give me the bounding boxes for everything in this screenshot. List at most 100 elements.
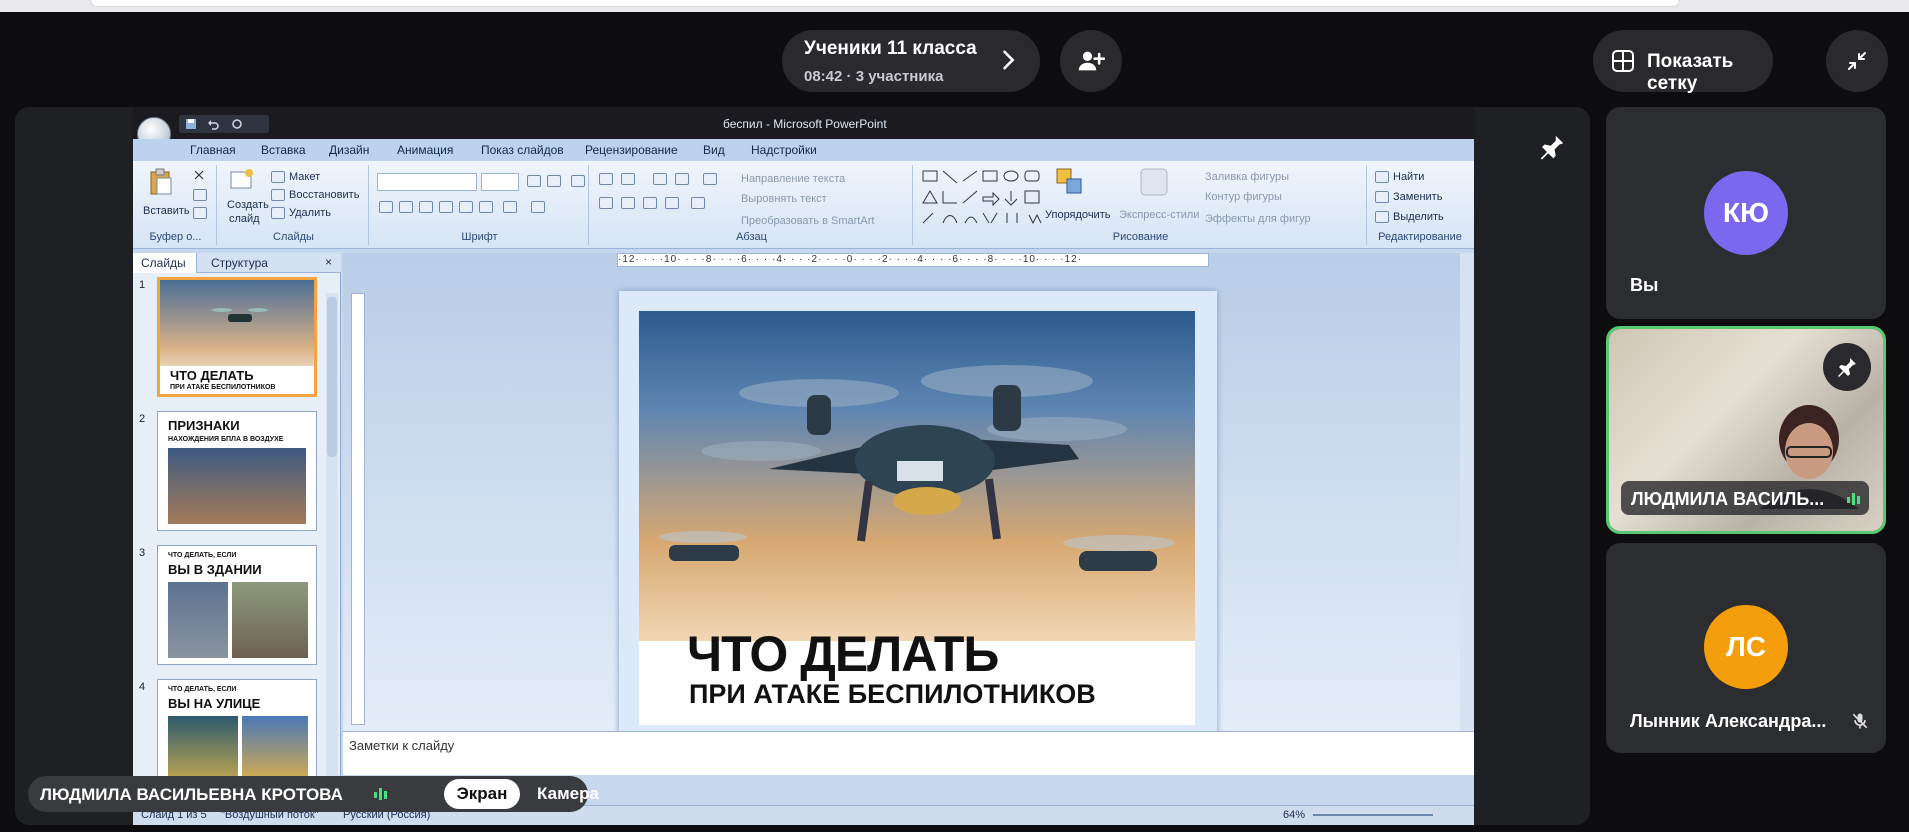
thumbnail-number: 1 xyxy=(139,279,146,291)
horizontal-ruler: ·12· · · ·10· · · ·8· · · ·6· · · ·4· · … xyxy=(617,253,1209,267)
speaking-indicator-icon xyxy=(374,788,387,800)
slides-group-label: Слайды xyxy=(273,231,314,243)
smartart-label: Преобразовать в SmartArt xyxy=(741,215,875,227)
ribbon-group-slides: Создать слайд Макет Восстановить Удалить… xyxy=(219,165,369,245)
quick-styles-label: Экспресс-стили xyxy=(1119,209,1200,221)
pin-icon[interactable] xyxy=(1537,132,1567,162)
add-participant-button[interactable] xyxy=(1060,30,1122,92)
thumb-1-line2: ПРИ АТАКЕ БЕСПИЛОТНИКОВ xyxy=(170,384,276,391)
quick-access-toolbar xyxy=(179,115,269,133)
grow-font-icon xyxy=(527,175,541,187)
thumbnail-number: 2 xyxy=(139,413,146,425)
new-slide-label: Создать xyxy=(227,199,269,211)
case-icon xyxy=(503,201,517,213)
format-painter-icon xyxy=(193,207,207,219)
columns-icon xyxy=(691,197,705,209)
participant-name: ЛЮДМИЛА ВАСИЛЬ... xyxy=(1631,489,1825,509)
call-info-button[interactable]: Ученики 11 класса 08:42 · 3 участника xyxy=(782,30,1040,92)
drawing-group-label: Рисование xyxy=(1112,231,1169,243)
new-slide-label-2: слайд xyxy=(229,213,260,225)
shapes-gallery-icon xyxy=(922,170,1042,225)
slide-thumbnail-2: ПРИЗНАКИ НАХОЖДЕНИЯ БПЛА В ВОЗДУХЕ xyxy=(157,411,317,531)
slides-pane-tabs: Слайды Структура × xyxy=(133,253,341,273)
browser-address-bar[interactable] xyxy=(90,0,1680,7)
spacing-icon xyxy=(479,201,493,213)
find-label: Найти xyxy=(1393,171,1425,183)
participant-tile-you[interactable]: КЮ Вы xyxy=(1606,107,1886,319)
font-color-icon xyxy=(531,201,545,213)
thumb-4-line2: ЧТО ДЕЛАТЬ, ЕСЛИ xyxy=(168,686,237,693)
thumbnail-number: 4 xyxy=(139,681,146,693)
align-left-icon xyxy=(599,197,613,209)
pin-icon xyxy=(1838,358,1856,377)
avatar-initials: ЛС xyxy=(1726,631,1766,662)
shape-outline-label: Контур фигуры xyxy=(1205,191,1282,203)
ppt-tab-review: Рецензирование xyxy=(585,143,678,157)
replace-label: Заменить xyxy=(1393,191,1443,203)
paste-icon xyxy=(150,168,172,195)
status-zoom: 64% xyxy=(1283,809,1306,821)
new-slide-icon xyxy=(230,169,253,189)
save-icon xyxy=(186,119,196,129)
ppt-ribbon: Вставить Буфер о... Создать слайд Макет … xyxy=(133,161,1474,249)
show-grid-button[interactable]: Показать сетку xyxy=(1593,30,1773,94)
italic-icon xyxy=(399,201,413,213)
call-title: Ученики 11 класса xyxy=(804,38,977,59)
slides-pane-scrollbar xyxy=(326,293,338,813)
browser-strip xyxy=(0,0,1909,12)
participant-tile-ls[interactable]: ЛС Лынник Александра... xyxy=(1606,543,1886,753)
select-icon xyxy=(1375,211,1389,223)
slide-subheading: ПРИ АТАКЕ БЕСПИЛОТНИКОВ xyxy=(689,679,1096,709)
line-spacing-icon xyxy=(703,173,717,185)
indent-decrease-icon xyxy=(653,173,667,185)
align-center-icon xyxy=(621,197,635,209)
drone-thumb-icon xyxy=(212,308,268,322)
delete-label: Удалить xyxy=(289,207,331,219)
current-slide: ЧТО ДЕЛАТЬ ПРИ АТАКЕ БЕСПИЛОТНИКОВ xyxy=(619,291,1217,741)
clipboard-group-label: Буфер о... xyxy=(149,231,202,243)
replace-icon xyxy=(1375,191,1389,203)
reset-label: Восстановить xyxy=(289,189,360,201)
notes-label: Заметки к слайду xyxy=(349,738,455,753)
find-icon xyxy=(1375,171,1389,183)
ribbon-group-drawing: Упорядочить Экспресс-стили Заливка фигур… xyxy=(915,165,1367,245)
clear-format-icon xyxy=(571,175,585,187)
avatar: КЮ xyxy=(1704,171,1788,255)
slide-thumbnail-1: ЧТО ДЕЛАТЬ ПРИ АТАКЕ БЕСПИЛОТНИКОВ xyxy=(157,277,317,397)
collapse-button[interactable] xyxy=(1826,30,1888,92)
ribbon-group-editing: Найти Заменить Выделить Редактирование xyxy=(1369,165,1471,245)
avatar: ЛС xyxy=(1704,605,1788,689)
chevron-right-icon xyxy=(1003,50,1015,70)
justify-icon xyxy=(665,197,679,209)
thumbnail-number: 3 xyxy=(139,547,146,559)
ppt-tab-insert: Вставка xyxy=(261,143,306,157)
call-subtitle: 08:42 · 3 участника xyxy=(804,68,944,85)
toggle-camera[interactable]: Камера xyxy=(528,779,608,809)
pane-tab-outline: Структура xyxy=(211,256,268,270)
toggle-screen[interactable]: Экран xyxy=(444,779,520,809)
slide-heading: ЧТО ДЕЛАТЬ xyxy=(687,626,999,682)
font-name-box xyxy=(377,173,477,191)
copy-icon xyxy=(193,189,207,201)
pane-tab-slides: Слайды xyxy=(141,256,186,270)
strike-icon xyxy=(439,201,453,213)
underline-icon xyxy=(419,201,433,213)
zoom-slider xyxy=(1313,814,1433,816)
text-direction-label: Направление текста xyxy=(741,173,846,185)
pin-participant-button[interactable] xyxy=(1823,343,1871,391)
slide-editor: ·12· · · ·10· · · ·8· · · ·6· · · ·4· · … xyxy=(343,253,1474,741)
ppt-tab-addins: Надстройки xyxy=(751,143,817,157)
show-grid-label: Показать сетку xyxy=(1647,51,1734,94)
arrange-icon xyxy=(1056,168,1082,194)
thumb-4-line1: ВЫ НА УЛИЦЕ xyxy=(168,696,261,711)
presenter-chip: ЛЮДМИЛА ВАСИЛЬЕВНА КРОТОВА Экран Камера xyxy=(28,776,599,812)
select-label: Выделить xyxy=(1393,211,1444,223)
cut-icon xyxy=(194,170,204,180)
participant-tile-speaker[interactable]: ЛЮДМИЛА ВАСИЛЬ... xyxy=(1606,326,1886,534)
align-right-icon xyxy=(643,197,657,209)
arrange-label: Упорядочить xyxy=(1045,209,1111,221)
editing-group-label: Редактирование xyxy=(1378,231,1462,243)
vertical-ruler xyxy=(351,293,365,725)
drone-icon xyxy=(659,365,1175,571)
ppt-tab-slideshow: Показ слайдов xyxy=(481,143,564,157)
